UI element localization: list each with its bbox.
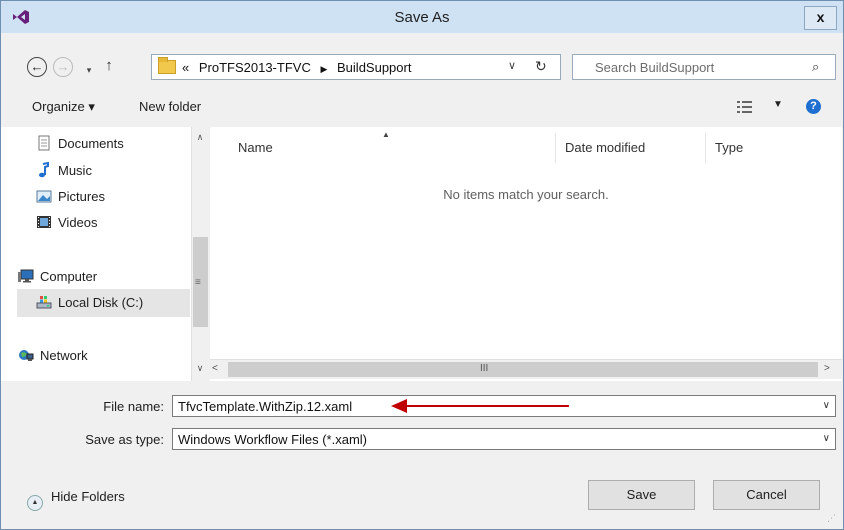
breadcrumb-item-buildsupport[interactable]: BuildSupport <box>337 60 411 75</box>
file-list-pane: Name ▲ Date modified Type No items match… <box>210 127 842 381</box>
sidebar-item-local-disk[interactable]: Local Disk (C:) <box>36 292 143 314</box>
music-icon <box>39 162 49 178</box>
scroll-down-icon[interactable]: ∨ <box>193 361 207 375</box>
sidebar-label-computer: Computer <box>40 269 98 284</box>
save-options-area: File name: TfvcTemplate.WithZip.12.xaml … <box>1 381 843 529</box>
annotation-arrow-shaft <box>405 405 569 407</box>
command-toolbar: Organize ▾ New folder ▼ ? <box>1 87 843 128</box>
save-as-dialog: Save As x ← → ▾ ↑ « ProTFS2013-TFVC ▶ Bu… <box>0 0 844 530</box>
sidebar-item-videos[interactable]: Videos <box>36 212 98 234</box>
view-options-dropdown-icon[interactable]: ▼ <box>773 99 783 110</box>
scroll-up-icon[interactable]: ∧ <box>193 130 207 144</box>
videos-icon <box>37 216 51 228</box>
save-as-type-label: Save as type: <box>85 432 164 447</box>
search-icon[interactable]: ⌕ <box>812 59 819 75</box>
sidebar-label-pictures: Pictures <box>58 189 105 204</box>
breadcrumb: « ProTFS2013-TFVC ▶ BuildSupport <box>182 60 417 75</box>
save-button[interactable]: Save <box>588 480 695 510</box>
save-as-type-select[interactable]: Windows Workflow Files (*.xaml) ∨ <box>172 428 836 450</box>
annotation-arrow-head <box>391 399 407 413</box>
search-placeholder: Search BuildSupport <box>595 60 715 75</box>
refresh-icon[interactable]: ↻ <box>535 58 547 75</box>
sidebar-label-videos: Videos <box>58 215 98 230</box>
cancel-button[interactable]: Cancel <box>713 480 820 510</box>
breadcrumb-separator-icon[interactable]: ▶ <box>320 64 327 74</box>
column-header-name[interactable]: Name <box>238 133 273 163</box>
computer-icon <box>18 269 34 283</box>
sidebar-label-music: Music <box>58 163 92 178</box>
address-bar[interactable]: « ProTFS2013-TFVC ▶ BuildSupport ∨ ↻ <box>151 54 561 80</box>
sidebar-item-pictures[interactable]: Pictures <box>36 186 105 208</box>
window-title: Save As <box>394 9 450 26</box>
sidebar-label-documents: Documents <box>58 136 124 151</box>
search-input[interactable]: Search BuildSupport ⌕ <box>572 54 836 80</box>
sidebar-item-computer[interactable]: Computer <box>18 266 97 288</box>
sidebar-item-network[interactable]: Network <box>18 345 88 367</box>
scroll-right-icon[interactable]: > <box>824 363 830 374</box>
scroll-left-icon[interactable]: < <box>212 363 218 374</box>
title-bar: Save As x <box>1 1 843 33</box>
recent-locations-button[interactable]: ▾ <box>79 61 99 81</box>
sort-ascending-icon: ▲ <box>382 130 390 139</box>
scrollbar-grip-icon: ≡ <box>195 277 201 288</box>
forward-button[interactable]: → <box>53 57 73 77</box>
column-separator[interactable] <box>555 133 556 163</box>
horizontal-scrollbar-grip-icon: III <box>480 363 489 374</box>
breadcrumb-overflow[interactable]: « <box>182 60 189 75</box>
collapse-icon: ▲ <box>27 495 43 511</box>
back-button[interactable]: ← <box>27 57 47 77</box>
documents-icon <box>38 135 50 151</box>
sidebar-label-local-disk: Local Disk (C:) <box>58 295 144 310</box>
hide-folders-button[interactable]: ▲ Hide Folders <box>27 489 125 511</box>
help-icon[interactable]: ? <box>806 99 821 114</box>
local-disk-icon <box>36 296 52 309</box>
navigation-bar: ← → ▾ ↑ « ProTFS2013-TFVC ▶ BuildSupport… <box>1 33 843 87</box>
file-name-label: File name: <box>103 399 164 414</box>
sidebar-item-documents[interactable]: Documents <box>36 133 124 155</box>
close-button[interactable]: x <box>804 6 837 30</box>
pictures-icon <box>36 190 52 203</box>
column-separator[interactable] <box>705 133 706 163</box>
save-as-type-dropdown-icon[interactable]: ∨ <box>823 433 830 444</box>
resize-grip-icon[interactable]: ⋰ <box>827 513 836 524</box>
file-name-dropdown-icon[interactable]: ∨ <box>823 400 830 411</box>
organize-button[interactable]: Organize ▾ <box>32 99 95 115</box>
save-as-type-value: Windows Workflow Files (*.xaml) <box>178 432 368 447</box>
horizontal-scrollbar-thumb[interactable] <box>228 362 818 377</box>
file-list-horizontal-scrollbar[interactable]: < III > <box>210 359 842 379</box>
empty-folder-message: No items match your search. <box>443 187 609 202</box>
network-icon <box>19 350 34 361</box>
up-button[interactable]: ↑ <box>99 57 119 77</box>
navigation-pane: Documents Music Pictures Videos Computer… <box>1 127 191 381</box>
column-header-type[interactable]: Type <box>715 133 743 163</box>
navigation-pane-scrollbar[interactable]: ∧ ≡ ∨ <box>191 127 209 381</box>
change-view-icon[interactable] <box>737 101 752 113</box>
breadcrumb-item-protfs2013-tfvc[interactable]: ProTFS2013-TFVC <box>199 60 311 75</box>
hide-folders-label: Hide Folders <box>51 489 125 504</box>
file-name-value: TfvcTemplate.WithZip.12.xaml <box>178 399 353 414</box>
folder-icon <box>158 57 176 74</box>
column-header-date-modified[interactable]: Date modified <box>565 133 645 163</box>
sidebar-label-network: Network <box>40 348 88 363</box>
new-folder-button[interactable]: New folder <box>139 99 201 114</box>
sidebar-item-music[interactable]: Music <box>36 160 92 182</box>
address-dropdown-icon[interactable]: ∨ <box>508 59 516 72</box>
